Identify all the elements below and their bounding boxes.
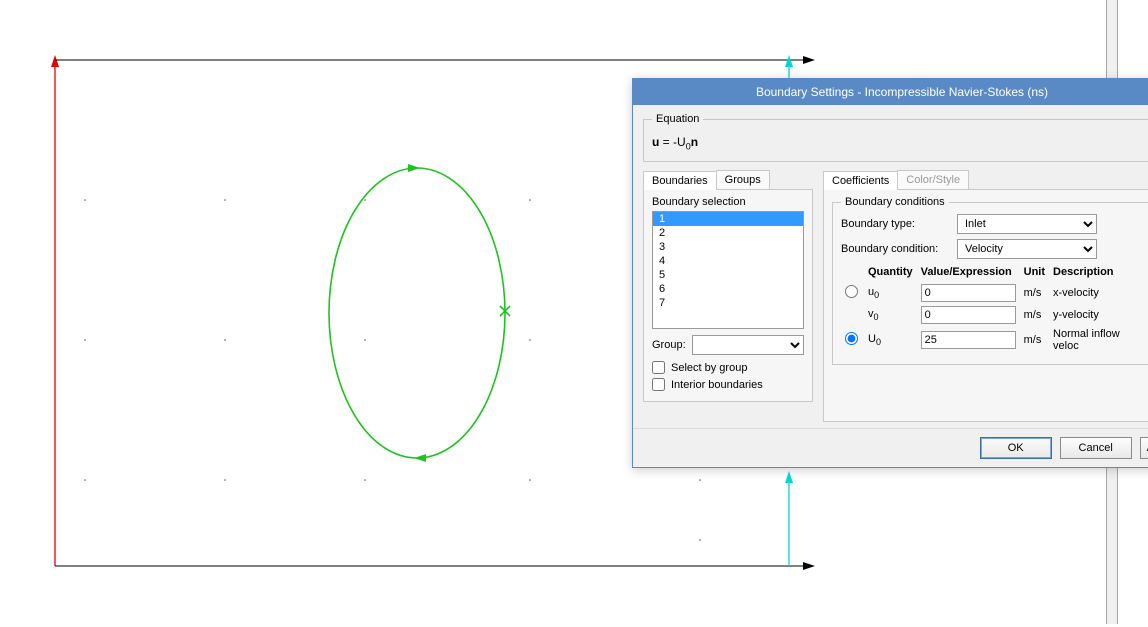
boundary-conditions-fieldset: Boundary conditions Boundary type: Inlet… xyxy=(832,196,1148,365)
quantity-table: Quantity Value/Expression Unit Descripti… xyxy=(841,264,1143,354)
boundary-type-select[interactable]: Inlet xyxy=(957,214,1097,234)
col-value: Value/Expression xyxy=(917,264,1020,282)
coefficients-panel: Boundary conditions Boundary type: Inlet… xyxy=(823,190,1148,422)
select-by-group-label: Select by group xyxy=(671,362,747,374)
group-label: Group: xyxy=(652,339,686,351)
radio-u0[interactable] xyxy=(845,285,858,298)
unit: m/s xyxy=(1020,326,1049,354)
boundary-settings-dialog: Boundary Settings - Incompressible Navie… xyxy=(632,78,1148,468)
table-row: v0 m/s y-velocity xyxy=(841,304,1143,326)
col-unit: Unit xyxy=(1020,264,1049,282)
tab-colorstyle[interactable]: Color/Style xyxy=(897,170,969,189)
unit: m/s xyxy=(1020,304,1049,326)
table-row: u0 m/s x-velocity xyxy=(841,282,1143,304)
ok-button[interactable]: OK xyxy=(980,437,1052,459)
dialog-buttonbar: OK Cancel A xyxy=(633,428,1148,467)
u0-input[interactable] xyxy=(921,284,1016,302)
tab-coefficients[interactable]: Coefficients xyxy=(823,171,898,190)
list-item[interactable]: 2 xyxy=(653,226,803,240)
interior-boundaries-label: Interior boundaries xyxy=(671,379,763,391)
radio-U0[interactable] xyxy=(845,332,858,345)
desc: Normal inflow veloc xyxy=(1049,326,1143,354)
col-desc: Description xyxy=(1049,264,1143,282)
equation-text: u = -U0n xyxy=(652,131,1148,151)
tab-groups[interactable]: Groups xyxy=(716,170,770,189)
boundary-condition-select[interactable]: Velocity xyxy=(957,239,1097,259)
list-item[interactable]: 1 xyxy=(653,212,803,226)
tab-boundaries[interactable]: Boundaries xyxy=(643,171,717,190)
list-item[interactable]: 5 xyxy=(653,268,803,282)
qty-label: U0 xyxy=(864,326,917,354)
boundary-selection-label: Boundary selection xyxy=(652,196,804,208)
v0-input[interactable] xyxy=(921,306,1016,324)
interior-boundaries-checkbox[interactable] xyxy=(652,378,665,391)
cancel-button[interactable]: Cancel xyxy=(1060,437,1132,459)
dialog-title: Boundary Settings - Incompressible Navie… xyxy=(633,79,1148,105)
bcond-legend: Boundary conditions xyxy=(841,196,949,208)
col-quantity: Quantity xyxy=(864,264,917,282)
right-tabrow: Coefficients Color/Style xyxy=(823,170,1148,190)
boundary-type-label: Boundary type: xyxy=(841,218,951,230)
list-item[interactable]: 7 xyxy=(653,296,803,310)
qty-label: u0 xyxy=(864,282,917,304)
qty-label: v0 xyxy=(864,304,917,326)
equation-fieldset: Equation u = -U0n xyxy=(643,113,1148,162)
boundaries-panel: Boundary selection 1 2 3 4 5 6 7 Group: xyxy=(643,190,813,402)
desc: x-velocity xyxy=(1049,282,1143,304)
list-item[interactable]: 3 xyxy=(653,240,803,254)
desc: y-velocity xyxy=(1049,304,1143,326)
U0-input[interactable] xyxy=(921,331,1016,349)
select-by-group-checkbox[interactable] xyxy=(652,361,665,374)
unit: m/s xyxy=(1020,282,1049,304)
table-row: U0 m/s Normal inflow veloc xyxy=(841,326,1143,354)
equation-legend: Equation xyxy=(652,113,703,125)
apply-button[interactable]: A xyxy=(1140,437,1148,459)
left-tabrow: Boundaries Groups xyxy=(643,170,813,190)
group-select[interactable] xyxy=(692,335,804,355)
list-item[interactable]: 4 xyxy=(653,254,803,268)
list-item[interactable]: 6 xyxy=(653,282,803,296)
boundary-condition-label: Boundary condition: xyxy=(841,243,951,255)
boundary-listbox[interactable]: 1 2 3 4 5 6 7 xyxy=(652,211,804,329)
